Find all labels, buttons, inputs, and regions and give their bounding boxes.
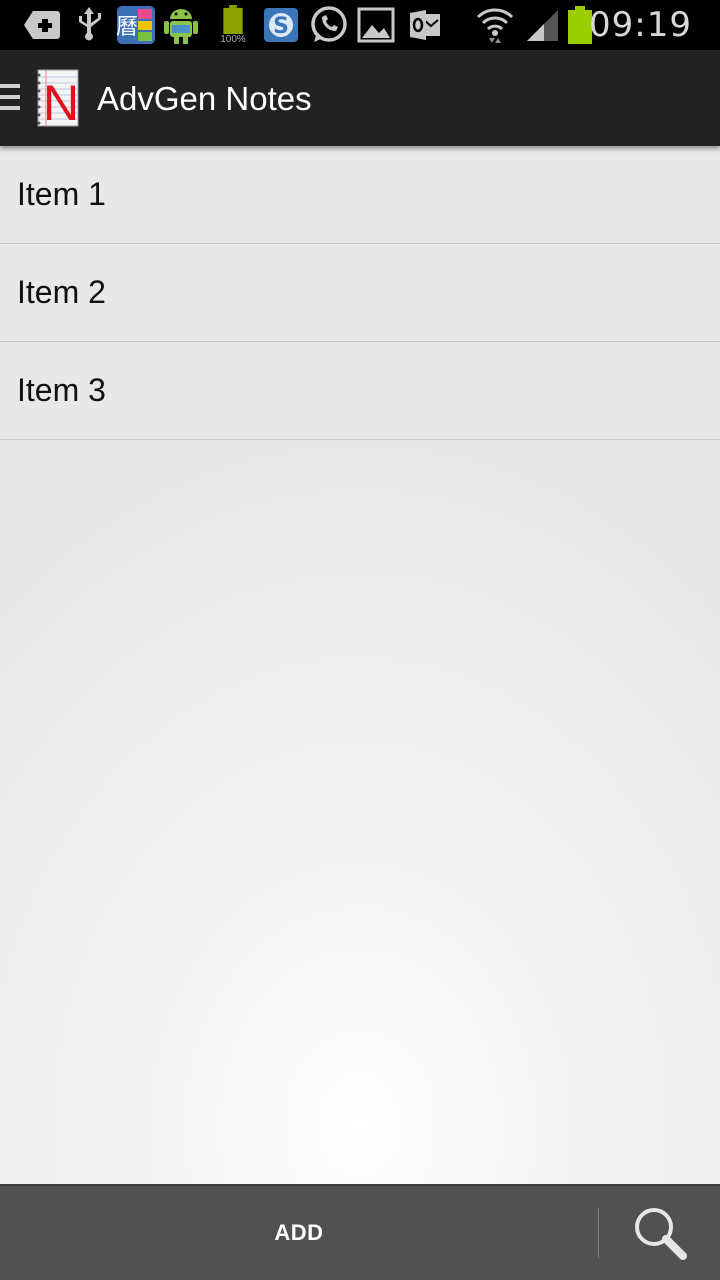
list-item[interactable]: Item 2 (0, 244, 720, 342)
status-bar: 曆 100% S 09:19 (0, 0, 720, 50)
notes-list-area: Item 1 Item 2 Item 3 (0, 146, 720, 1184)
skype-icon: S (262, 5, 300, 45)
list-item-label: Item 3 (17, 372, 106, 408)
list-item[interactable]: Item 3 (0, 342, 720, 440)
usb-icon (74, 5, 104, 45)
bottom-bar-divider (598, 1208, 599, 1258)
outlook-icon (407, 5, 443, 45)
add-button[interactable]: ADD (0, 1186, 598, 1280)
whatsapp-icon (307, 5, 349, 45)
battery-widget-icon: 100% (216, 5, 250, 45)
search-button[interactable] (600, 1186, 720, 1280)
battery-widget-text: 100% (220, 34, 246, 45)
list-item-label: Item 2 (17, 274, 106, 310)
gallery-icon (356, 5, 396, 45)
list-item-label: Item 1 (17, 176, 106, 212)
app-title: AdvGen Notes (97, 80, 312, 117)
svg-text:S: S (273, 14, 289, 39)
wifi-icon (474, 5, 516, 45)
app-logo-letter: N (43, 75, 79, 127)
signal-icon (524, 5, 560, 45)
search-icon (635, 1208, 687, 1260)
app-logo-icon[interactable]: N (36, 69, 80, 131)
svg-text:曆: 曆 (116, 15, 138, 40)
calendar-app-icon: 曆 (116, 5, 156, 45)
list-item[interactable]: Item 1 (0, 146, 720, 244)
bottom-action-bar: ADD (0, 1184, 720, 1280)
plus-notification-icon (22, 5, 62, 45)
action-bar: N AdvGen Notes (0, 50, 720, 146)
status-time: 09:19 (589, 5, 692, 45)
drawer-menu-icon[interactable] (0, 84, 22, 114)
android-icon (161, 5, 201, 45)
